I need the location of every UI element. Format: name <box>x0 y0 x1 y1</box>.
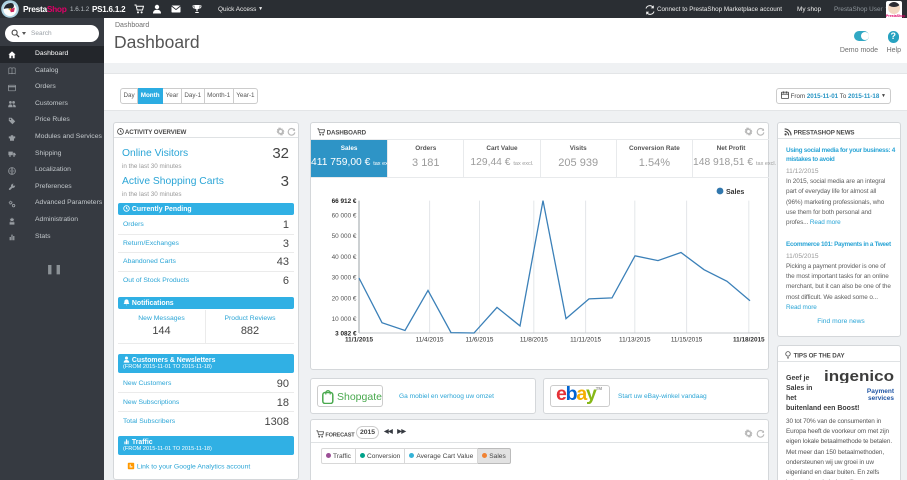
svg-text:11/15/2015: 11/15/2015 <box>671 337 703 344</box>
svg-text:Sales: Sales <box>726 189 744 196</box>
svg-text:11/6/2015: 11/6/2015 <box>466 337 494 344</box>
svg-text:11/4/2015: 11/4/2015 <box>416 337 444 344</box>
svg-text:20 000 €: 20 000 € <box>332 295 357 302</box>
svg-text:11/11/2015: 11/11/2015 <box>570 337 601 344</box>
svg-text:10 000 €: 10 000 € <box>332 316 357 323</box>
svg-text:60 000 €: 60 000 € <box>332 212 357 219</box>
svg-text:40 000 €: 40 000 € <box>332 254 357 261</box>
svg-text:11/8/2015: 11/8/2015 <box>520 337 548 344</box>
svg-text:ingenico: ingenico <box>824 369 894 383</box>
svg-text:50 000 €: 50 000 € <box>332 233 357 240</box>
svg-text:66 912 €: 66 912 € <box>332 198 357 205</box>
svg-text:11/1/2015: 11/1/2015 <box>345 337 374 344</box>
svg-text:11/18/2015: 11/18/2015 <box>733 337 765 344</box>
svg-text:11/13/2015: 11/13/2015 <box>619 337 651 344</box>
svg-text:30 000 €: 30 000 € <box>332 275 357 282</box>
